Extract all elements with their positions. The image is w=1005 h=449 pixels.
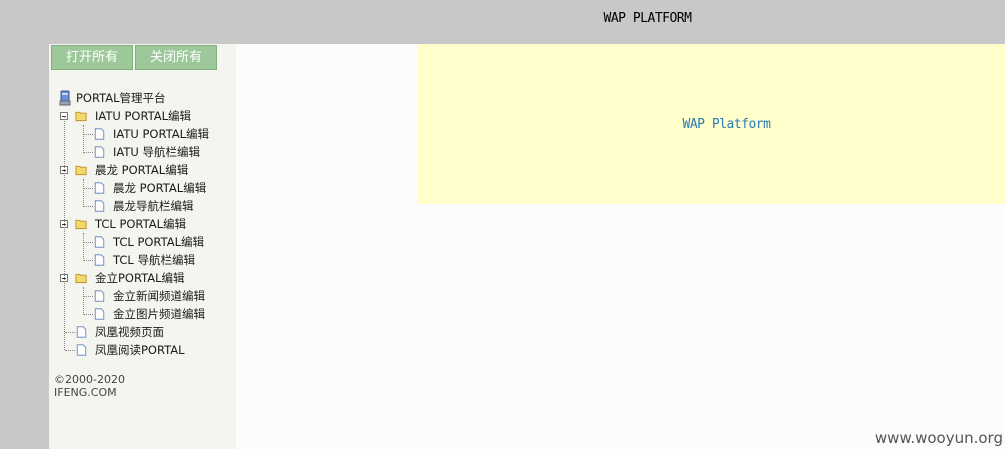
tree-connector [83, 152, 93, 153]
page-icon [94, 236, 105, 248]
tree-connector [83, 134, 93, 135]
page-icon [94, 146, 105, 158]
tree-guide-line [83, 179, 84, 207]
sidebar: 打开所有 关闭所有 PORTAL管理平台 IATU PORTAL编辑 IATU … [49, 44, 236, 449]
left-gutter [0, 44, 49, 449]
tree-leaf-label: 晨龙导航栏编辑 [113, 199, 194, 213]
folder-open-icon [75, 111, 87, 122]
tree-leaf-label: TCL 导航栏编辑 [113, 253, 195, 267]
tree-connector [83, 242, 93, 243]
tree-leaf-label: 金立图片频道编辑 [113, 307, 205, 321]
tree-guide-line [83, 287, 84, 315]
tree-leaf-label: 晨龙 PORTAL编辑 [113, 181, 207, 195]
folder-open-icon [75, 165, 87, 176]
expand-all-button[interactable]: 打开所有 [51, 45, 133, 70]
folder-open-icon [75, 273, 87, 284]
tree-guide-line [64, 116, 65, 350]
tree-connector [65, 350, 75, 351]
page-icon [76, 344, 87, 356]
collapse-all-button[interactable]: 关闭所有 [135, 45, 217, 70]
tree-item-label: 凤凰阅读PORTAL [95, 343, 185, 357]
tree-leaf-label: IATU PORTAL编辑 [113, 127, 210, 141]
copyright-text: ©2000-2020 [54, 373, 125, 386]
page-icon [94, 128, 105, 140]
tree-connector [83, 314, 93, 315]
tree-guide-line [83, 233, 84, 261]
site-text: IFENG.COM [54, 386, 117, 399]
tree-guide-line [83, 125, 84, 153]
page-icon [94, 182, 105, 194]
banner-text: WAP Platform [682, 117, 771, 132]
welcome-banner: WAP Platform [418, 44, 1005, 204]
top-header: WAP PLATFORM [0, 0, 1005, 44]
page-icon [76, 326, 87, 338]
sidebar-footer: ©2000-2020 IFENG.COM [54, 373, 125, 399]
page-icon [94, 290, 105, 302]
server-icon [59, 90, 71, 106]
watermark: www.wooyun.org [874, 429, 1003, 447]
tree-group-label: TCL PORTAL编辑 [95, 217, 186, 231]
tree-leaf-label: IATU 导航栏编辑 [113, 145, 200, 159]
tree-item-label: 凤凰视频页面 [95, 325, 164, 339]
tree-connector [83, 296, 93, 297]
page-icon [94, 254, 105, 266]
page-title: WAP PLATFORM [603, 11, 692, 26]
page-icon [94, 200, 105, 212]
tree-connector [83, 188, 93, 189]
tree-connector [65, 332, 75, 333]
tree-group-label: 晨龙 PORTAL编辑 [95, 163, 189, 177]
tree-connector [83, 260, 93, 261]
tree-toolbar: 打开所有 关闭所有 [51, 45, 217, 70]
folder-open-icon [75, 219, 87, 230]
main-content: WAP Platform [236, 44, 1005, 449]
tree-root-label: PORTAL管理平台 [76, 91, 166, 105]
tree-group-label: IATU PORTAL编辑 [95, 109, 192, 123]
tree-connector [83, 206, 93, 207]
tree-leaf-label: 金立新闻频道编辑 [113, 289, 205, 303]
tree-group-label: 金立PORTAL编辑 [95, 271, 185, 285]
page-icon [94, 308, 105, 320]
tree-leaf-label: TCL PORTAL编辑 [113, 235, 204, 249]
